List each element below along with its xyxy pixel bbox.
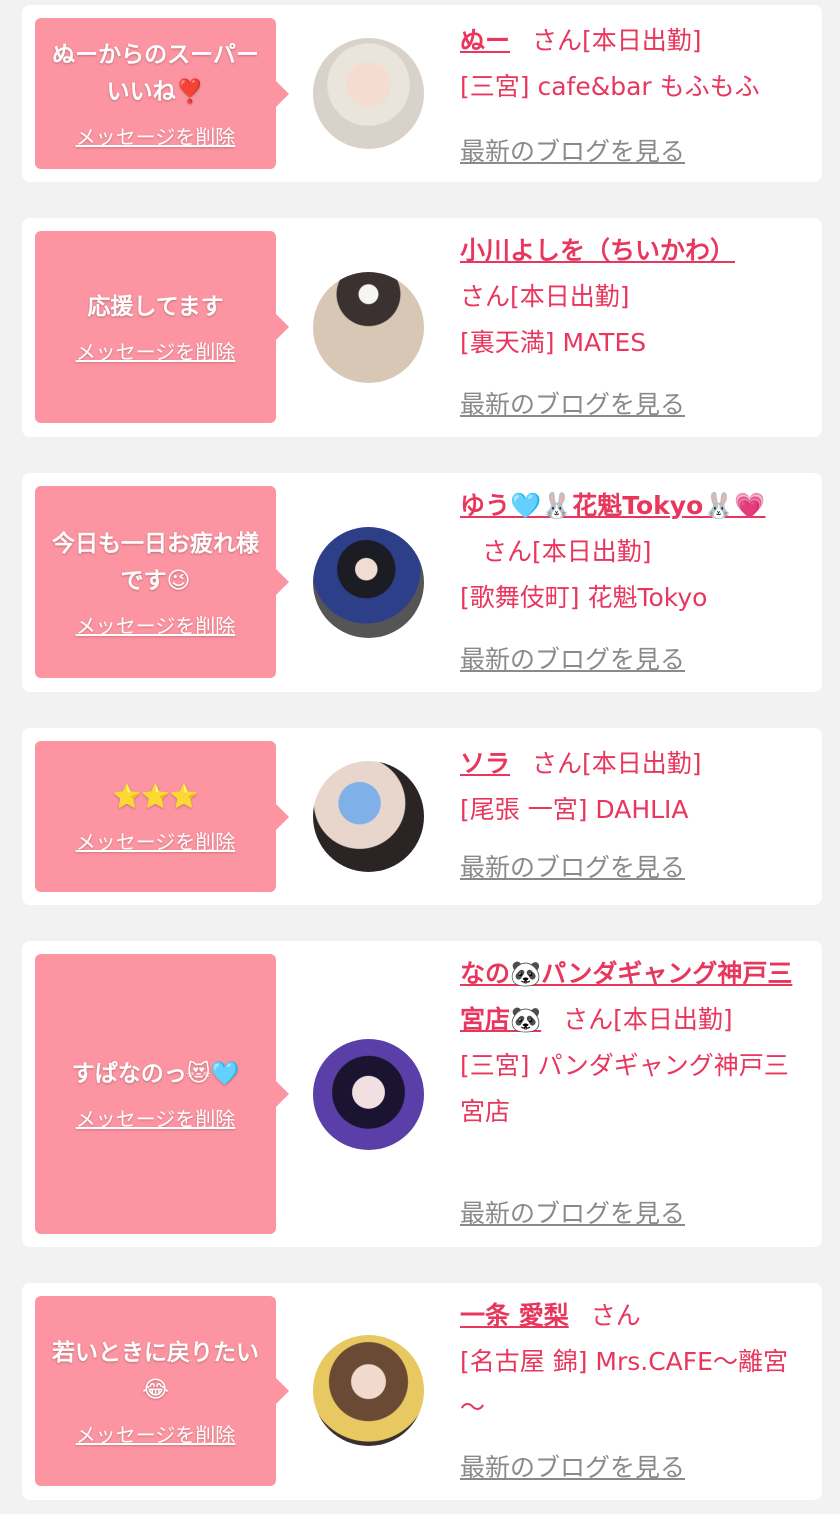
delete-message-link[interactable]: メッセージを削除 (76, 826, 236, 855)
latest-blog-link[interactable]: 最新のブログを見る (460, 640, 685, 676)
latest-blog-link[interactable]: 最新のブログを見る (460, 1448, 685, 1484)
message-bubble: 今日も一日お疲れ様です😉 メッセージを削除 (35, 486, 289, 678)
shop-text: [名古屋 錦] Mrs.CAFE～離宮～ (460, 1347, 788, 1422)
message-bubble: 若いときに戻りたい😂 メッセージを削除 (35, 1296, 289, 1486)
avatar[interactable] (313, 527, 424, 638)
status-text: さん[本日出勤] (532, 26, 702, 55)
shop-text: [尾張 一宮] DAHLIA (460, 795, 689, 824)
delete-message-link[interactable]: メッセージを削除 (76, 610, 236, 639)
avatar[interactable] (313, 38, 424, 149)
delete-message-link[interactable]: メッセージを削除 (76, 1419, 236, 1448)
status-text: さん[本日出勤] (460, 282, 630, 311)
profile-name-link[interactable]: ぬー (460, 26, 510, 55)
message-text: 今日も一日お疲れ様です😉 (52, 530, 259, 594)
message-text: 応援してます (87, 294, 224, 320)
profile-name-link[interactable]: 小川よしを（ちいかわ） (460, 236, 735, 265)
avatar[interactable] (313, 761, 424, 872)
shop-text: [裏天満] MATES (460, 328, 647, 357)
list-item: 若いときに戻りたい😂 メッセージを削除 一条 愛梨 さん [名古屋 錦] Mrs.… (22, 1283, 822, 1500)
list-item: すぱなのっ😻🩵 メッセージを削除 なの🐼パンダギャング神戸三宮店🐼 さん[本日出勤… (22, 941, 822, 1247)
message-bubble: すぱなのっ😻🩵 メッセージを削除 (35, 954, 289, 1234)
status-text: さん[本日出勤] (482, 537, 652, 566)
list-item: ⭐⭐⭐ メッセージを削除 ソラ さん[本日出勤] [尾張 一宮] DAHLIA 最… (22, 728, 822, 905)
status-text: さん[本日出勤] (532, 749, 702, 778)
list-item: 今日も一日お疲れ様です😉 メッセージを削除 ゆう🩵🐰花魁Tokyo🐰💗 さん[本日… (22, 473, 822, 692)
status-text: さん (590, 1301, 641, 1330)
list-item: ぬーからのスーパーいいね❣️ メッセージを削除 ぬー さん[本日出勤] [三宮] … (22, 5, 822, 182)
list-item: 応援してます メッセージを削除 小川よしを（ちいかわ） さん[本日出勤] [裏天… (22, 218, 822, 437)
delete-message-link[interactable]: メッセージを削除 (76, 121, 236, 150)
avatar[interactable] (313, 272, 424, 383)
message-list: ぬーからのスーパーいいね❣️ メッセージを削除 ぬー さん[本日出勤] [三宮] … (0, 0, 840, 1514)
delete-message-link[interactable]: メッセージを削除 (76, 1103, 236, 1132)
profile-info: なの🐼パンダギャング神戸三宮店🐼 さん[本日出勤] [三宮] パンダギャング神戸三… (460, 951, 812, 1135)
message-text: ぬーからのスーパーいいね❣️ (52, 42, 259, 105)
message-text: 若いときに戻りたい😂 (52, 1339, 259, 1403)
latest-blog-link[interactable]: 最新のブログを見る (460, 132, 685, 168)
profile-info: ソラ さん[本日出勤] [尾張 一宮] DAHLIA (460, 741, 812, 833)
status-text: さん[本日出勤] (563, 1005, 733, 1034)
profile-info: ぬー さん[本日出勤] [三宮] cafe&bar もふもふ (460, 18, 812, 110)
profile-name-link[interactable]: ゆう🩵🐰花魁Tokyo🐰💗 (460, 491, 766, 520)
message-bubble: ぬーからのスーパーいいね❣️ メッセージを削除 (35, 18, 289, 169)
profile-info: 小川よしを（ちいかわ） さん[本日出勤] [裏天満] MATES (460, 228, 812, 366)
shop-text: [三宮] パンダギャング神戸三宮店 (460, 1051, 789, 1126)
delete-message-link[interactable]: メッセージを削除 (76, 336, 236, 365)
message-bubble: ⭐⭐⭐ メッセージを削除 (35, 741, 289, 892)
message-bubble: 応援してます メッセージを削除 (35, 231, 289, 423)
message-text: すぱなのっ😻🩵 (71, 1061, 240, 1087)
avatar[interactable] (313, 1335, 424, 1446)
latest-blog-link[interactable]: 最新のブログを見る (460, 848, 685, 884)
avatar[interactable] (313, 1039, 424, 1150)
profile-info: 一条 愛梨 さん [名古屋 錦] Mrs.CAFE～離宮～ (460, 1293, 812, 1431)
profile-name-link[interactable]: ソラ (460, 749, 510, 778)
profile-info: ゆう🩵🐰花魁Tokyo🐰💗 さん[本日出勤] [歌舞伎町] 花魁Tokyo (460, 483, 812, 621)
latest-blog-link[interactable]: 最新のブログを見る (460, 385, 685, 421)
message-text: ⭐⭐⭐ (112, 783, 199, 810)
shop-text: [歌舞伎町] 花魁Tokyo (460, 583, 708, 612)
shop-text: [三宮] cafe&bar もふもふ (460, 72, 760, 101)
profile-name-link[interactable]: 一条 愛梨 (460, 1301, 569, 1330)
latest-blog-link[interactable]: 最新のブログを見る (460, 1194, 685, 1230)
